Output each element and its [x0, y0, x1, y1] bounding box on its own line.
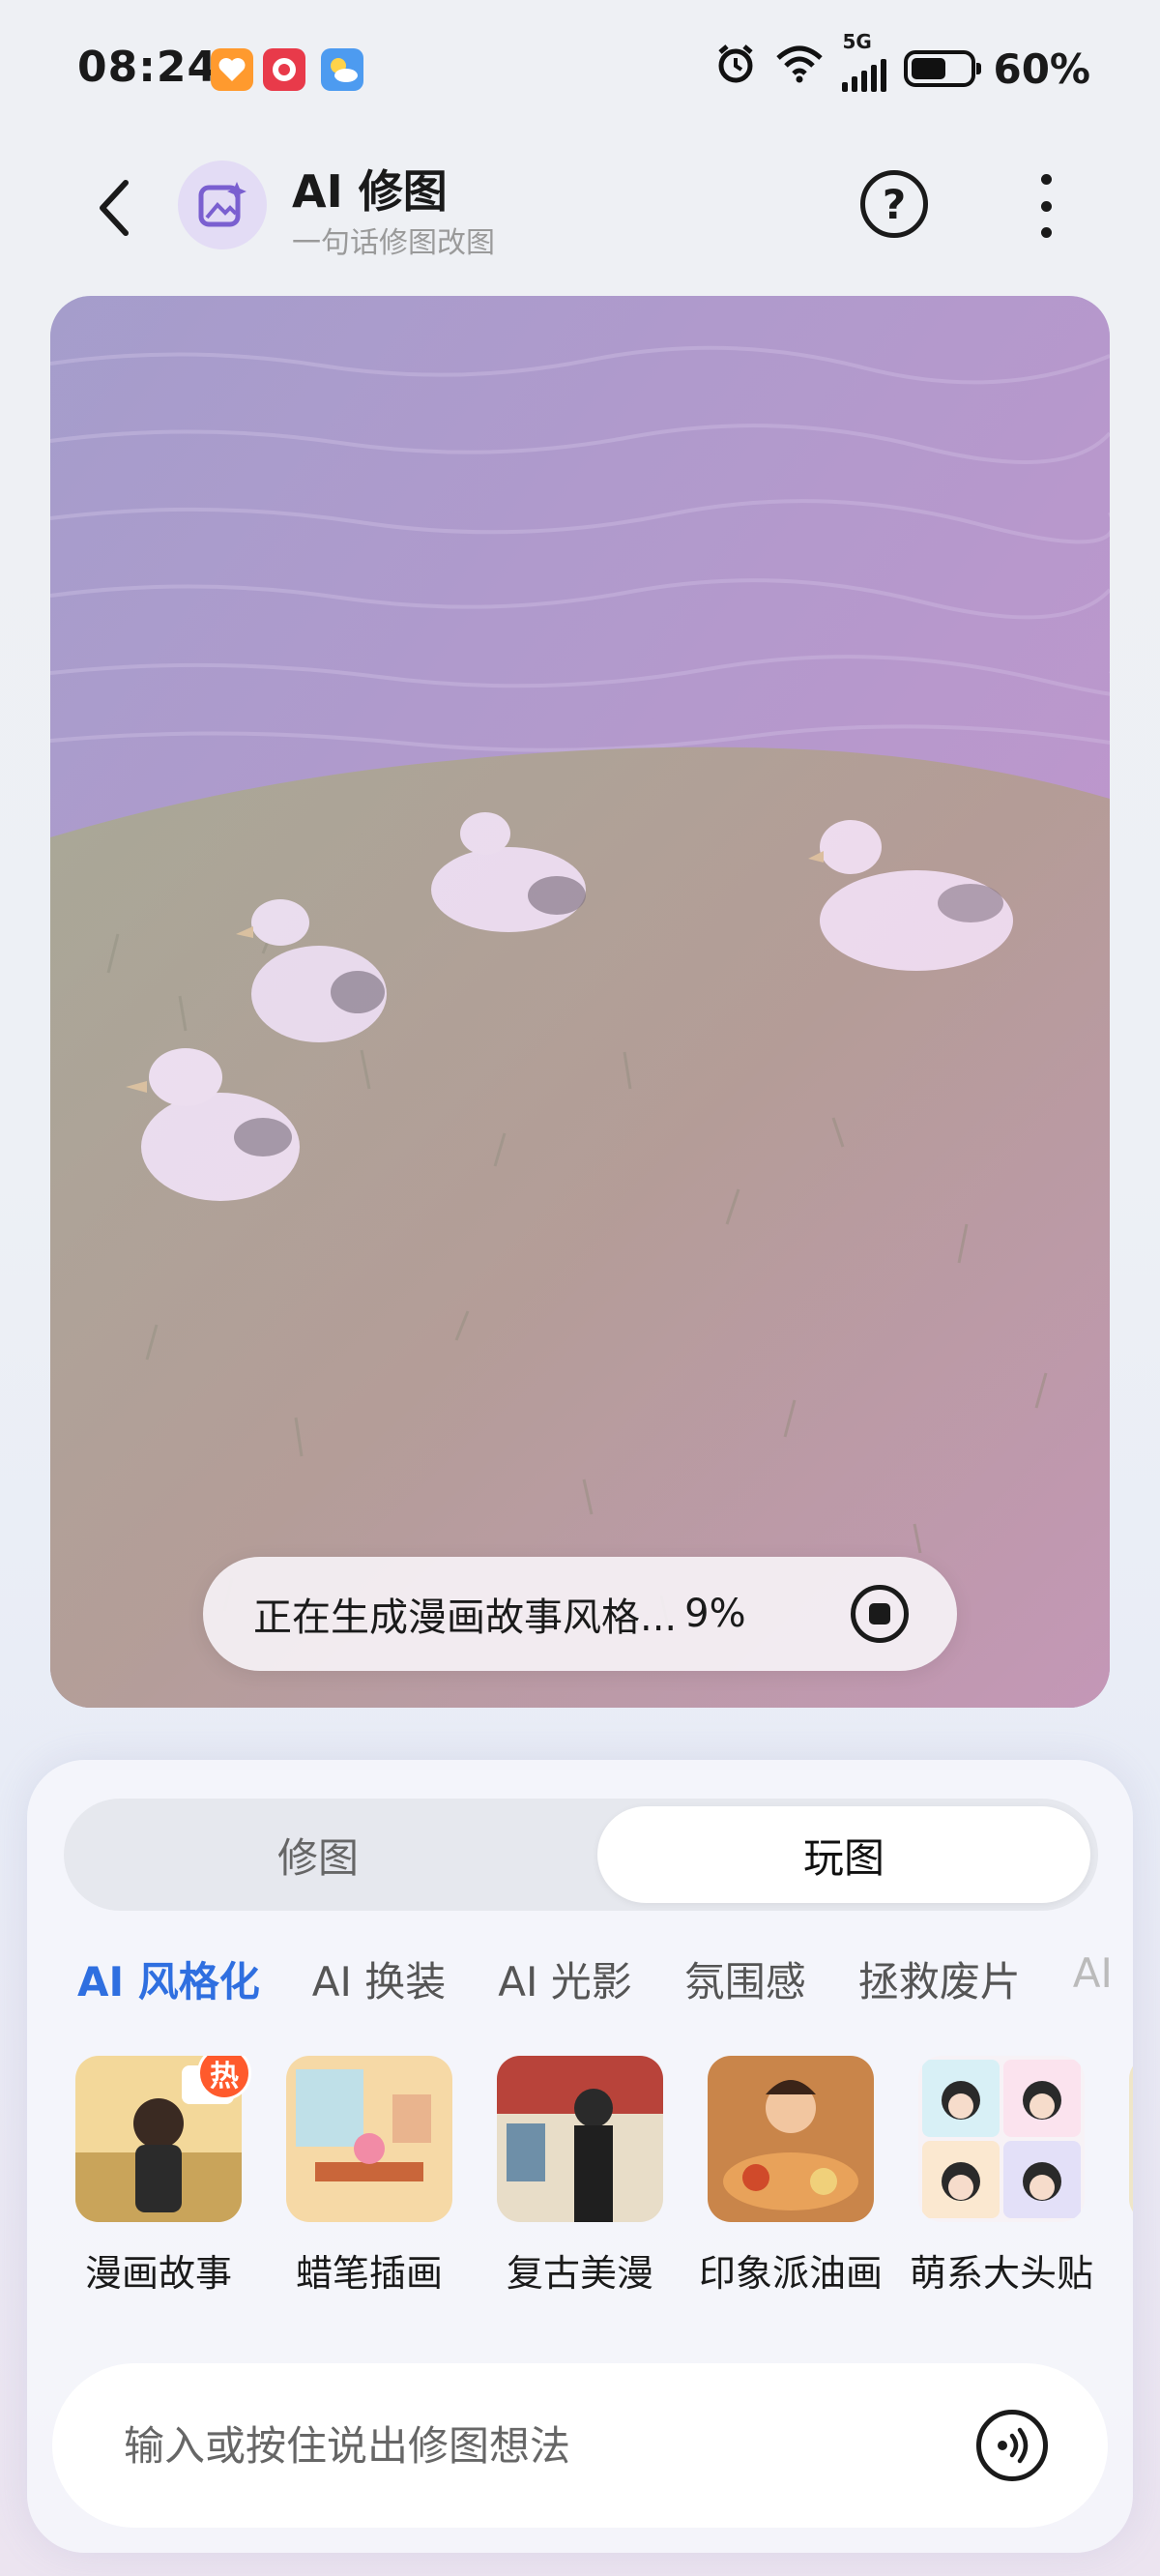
stop-icon [869, 1603, 890, 1625]
mode-segmented-control: 修图 玩图 [64, 1799, 1098, 1911]
style-label: 萌系大头贴 [910, 2252, 1094, 2295]
prompt-input-bar [52, 2363, 1108, 2528]
alarm-icon [714, 43, 757, 95]
category-atmosphere[interactable]: 氛围感 [684, 1949, 806, 2017]
category-tabs: AI 风格化 AI 换装 AI 光影 氛围感 拯救废片 AI [77, 1949, 1133, 2017]
weather-app-icon [321, 48, 363, 91]
style-comic-story[interactable]: 热 漫画故事 [75, 2056, 251, 2297]
wifi-icon [774, 44, 825, 93]
page-title: AI 修图 [292, 165, 448, 218]
signal-icon: 5G [842, 30, 887, 92]
stop-button[interactable] [851, 1585, 909, 1643]
bottom-panel: 修图 玩图 AI 风格化 AI 换装 AI 光影 氛围感 拯救废片 AI 热 漫… [27, 1760, 1133, 2553]
style-thumbnail [286, 2056, 452, 2222]
style-retro-american-comic[interactable]: 复古美漫 [497, 2056, 663, 2297]
ai-edit-image-icon [178, 161, 267, 249]
status-time: 08:24 [77, 43, 218, 92]
battery-fill [912, 58, 946, 79]
category-ai-lighting[interactable]: AI 光影 [498, 1949, 631, 2017]
tab-play-image[interactable]: 玩图 [597, 1806, 1090, 1903]
status-bar: 08:24 5G 60% [0, 0, 1160, 135]
sale-618-app-icon [263, 48, 305, 91]
heart-app-icon [211, 48, 253, 91]
progress-text: 正在生成漫画故事风格... [253, 1595, 678, 1640]
more-button[interactable] [1027, 170, 1065, 242]
style-more[interactable]: 手 [1129, 2056, 1133, 2297]
battery-icon [904, 50, 982, 87]
generation-progress: 正在生成漫画故事风格... 9% [203, 1557, 957, 1671]
category-more[interactable]: AI [1073, 1949, 1113, 2017]
style-label: 蜡笔插画 [295, 2252, 443, 2295]
status-right: 5G 60% [714, 30, 1090, 95]
prompt-input[interactable] [124, 2421, 858, 2470]
style-thumbnail [1129, 2056, 1133, 2222]
tab-edit-image[interactable]: 修图 [72, 1806, 565, 1903]
style-label: 漫画故事 [84, 2252, 232, 2295]
style-list: 热 漫画故事 蜡笔插画 复古美漫 印象派油画 萌系大头贴 [75, 2056, 1133, 2297]
battery-percent: 60% [993, 44, 1090, 93]
page-subtitle: 一句话修图改图 [292, 226, 495, 260]
category-rescue-photo[interactable]: 拯救废片 [858, 1949, 1021, 2017]
ducks-photo [50, 296, 1110, 1708]
photo-preview[interactable] [50, 296, 1110, 1708]
style-thumbnail [918, 2056, 1085, 2222]
style-label: 复古美漫 [506, 2252, 653, 2295]
more-icon [1040, 174, 1052, 185]
help-button[interactable]: ? [860, 170, 928, 238]
category-ai-style[interactable]: AI 风格化 [77, 1949, 260, 2017]
style-crayon-illustration[interactable]: 蜡笔插画 [286, 2056, 452, 2297]
voice-icon [998, 2427, 1029, 2464]
style-label: 印象派油画 [699, 2252, 884, 2295]
style-cute-sticker[interactable]: 萌系大头贴 [910, 2056, 1093, 2297]
back-icon [100, 180, 129, 236]
style-thumbnail [497, 2056, 663, 2222]
style-impressionist-oil[interactable]: 印象派油画 [699, 2056, 883, 2297]
progress-percent: 9% [684, 1592, 746, 1636]
category-ai-outfit[interactable]: AI 换装 [312, 1949, 446, 2017]
voice-button[interactable] [976, 2410, 1048, 2481]
network-type: 5G [842, 30, 872, 53]
help-icon: ? [882, 180, 907, 228]
back-button[interactable] [85, 174, 143, 242]
style-thumbnail [708, 2056, 874, 2222]
